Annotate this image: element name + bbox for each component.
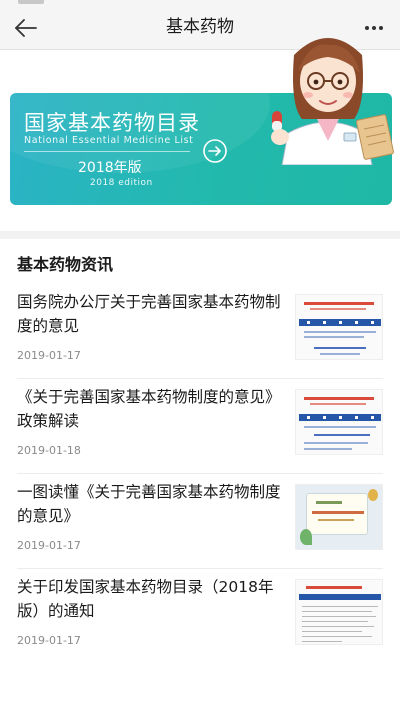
news-list: 国务院办公厅关于完善国家基本药物制度的意见 2019-01-17 《关于完善国家… <box>0 284 400 664</box>
news-title: 一图读懂《关于完善国家基本药物制度的意见》 <box>17 483 281 525</box>
news-title: 国务院办公厅关于完善国家基本药物制度的意见 <box>17 293 281 335</box>
document-thumbnail <box>295 294 383 360</box>
news-date: 2019-01-17 <box>17 634 81 647</box>
section-title: 基本药物资讯 <box>17 255 114 274</box>
news-item[interactable]: 一图读懂《关于完善国家基本药物制度的意见》 2019-01-17 <box>0 474 400 569</box>
news-item[interactable]: 关于印发国家基本药物目录（2018年版）的通知 2019-01-17 <box>0 569 400 664</box>
banner-divider <box>24 151 190 152</box>
pharmacist-illustration <box>260 15 394 166</box>
banner-edition-en: 2018 edition <box>90 178 153 188</box>
news-title: 《关于完善国家基本药物制度的意见》政策解读 <box>17 388 281 430</box>
banner-edition: 2018年版 <box>78 160 142 176</box>
notice-page-thumbnail <box>295 579 383 645</box>
arrow-right-circle-icon[interactable] <box>202 138 228 164</box>
document-thumbnail <box>295 389 383 455</box>
back-arrow-icon[interactable] <box>10 12 42 44</box>
news-date: 2019-01-17 <box>17 349 81 362</box>
banner-area: 国家基本药物目录 National Essential Medicine Lis… <box>0 38 400 231</box>
news-item[interactable]: 国务院办公厅关于完善国家基本药物制度的意见 2019-01-17 <box>0 284 400 379</box>
news-item[interactable]: 《关于完善国家基本药物制度的意见》政策解读 2019-01-18 <box>0 379 400 474</box>
news-date: 2019-01-17 <box>17 539 81 552</box>
news-title: 关于印发国家基本药物目录（2018年版）的通知 <box>17 578 274 620</box>
section-divider <box>0 231 400 239</box>
banner-title: 国家基本药物目录 <box>24 111 200 135</box>
news-date: 2019-01-18 <box>17 444 81 457</box>
banner-subtitle: National Essential Medicine List <box>24 135 194 146</box>
status-indicator <box>18 0 44 4</box>
infographic-thumbnail <box>295 484 383 550</box>
